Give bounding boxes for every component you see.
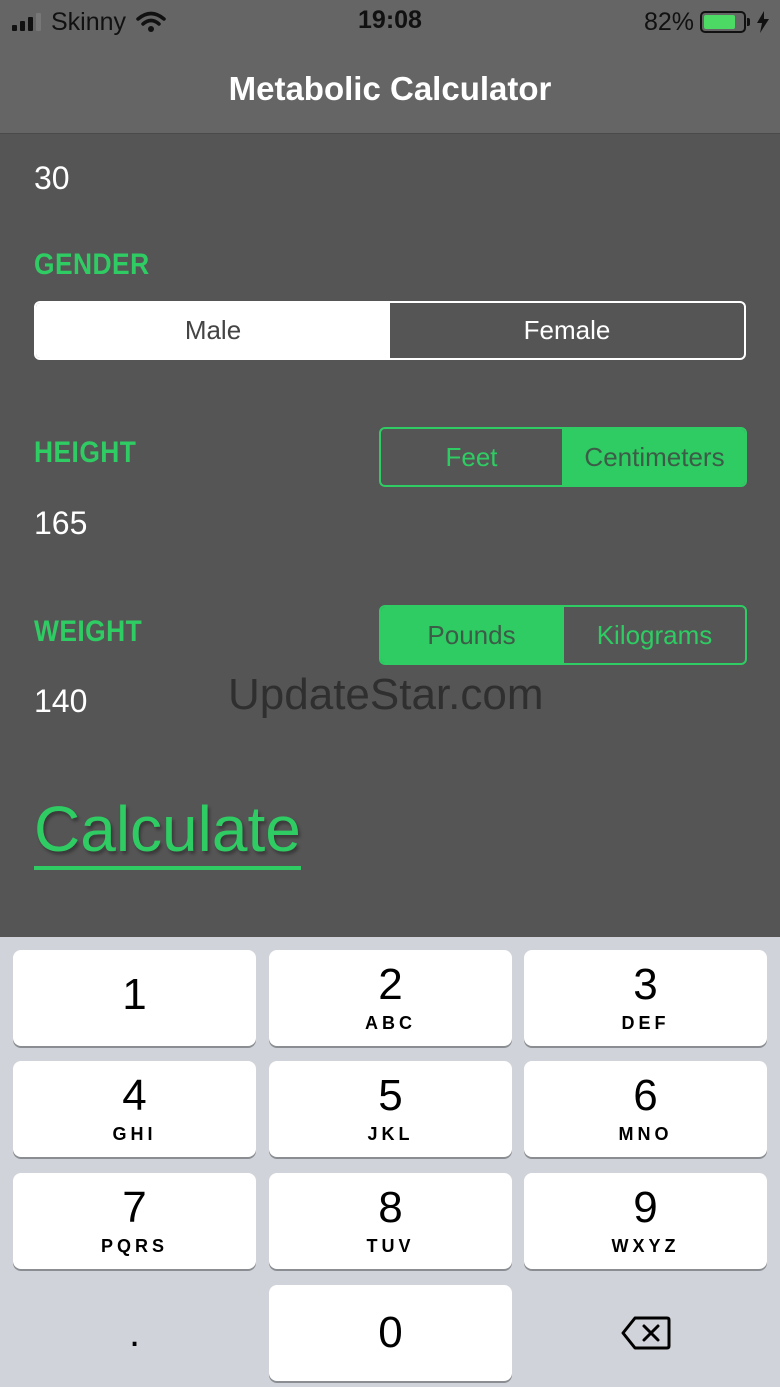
key-9[interactable]: 9 WXYZ bbox=[524, 1173, 767, 1269]
key-decimal[interactable]: . bbox=[13, 1285, 256, 1381]
height-field[interactable]: 165 bbox=[34, 505, 87, 542]
key-3[interactable]: 3 DEF bbox=[524, 950, 767, 1046]
height-unit-feet[interactable]: Feet bbox=[381, 429, 562, 485]
height-unit-control: Feet Centimeters bbox=[379, 427, 747, 487]
charging-icon bbox=[757, 11, 769, 33]
weight-field[interactable]: 140 bbox=[34, 683, 87, 720]
key-2[interactable]: 2 ABC bbox=[269, 950, 512, 1046]
key-5[interactable]: 5 JKL bbox=[269, 1061, 512, 1157]
height-label: HEIGHT bbox=[34, 436, 137, 469]
key-8[interactable]: 8 TUV bbox=[269, 1173, 512, 1269]
gender-option-male[interactable]: Male bbox=[36, 303, 390, 358]
key-7[interactable]: 7 PQRS bbox=[13, 1173, 256, 1269]
metabolic-form: 30 GENDER Male Female HEIGHT Feet Centim… bbox=[0, 134, 780, 937]
numeric-keypad: 1 2 ABC 3 DEF 4 GHI 5 JKL 6 MNO 7 PQRS 8… bbox=[0, 937, 780, 1387]
nav-bar: Metabolic Calculator bbox=[0, 44, 780, 134]
status-bar: Skinny 19:08 82% bbox=[0, 0, 780, 44]
key-backspace[interactable] bbox=[524, 1285, 767, 1381]
key-1[interactable]: 1 bbox=[13, 950, 256, 1046]
watermark: UpdateStar.com bbox=[228, 670, 544, 719]
weight-unit-pounds[interactable]: Pounds bbox=[381, 607, 562, 663]
gender-segmented-control: Male Female bbox=[34, 301, 746, 360]
height-unit-centimeters[interactable]: Centimeters bbox=[562, 429, 745, 485]
battery-percent: 82% bbox=[643, 7, 694, 36]
battery-group: 82% bbox=[644, 6, 770, 38]
battery-icon bbox=[700, 11, 750, 33]
decimal-label: . bbox=[128, 1311, 141, 1355]
key-4[interactable]: 4 GHI bbox=[13, 1061, 256, 1157]
weight-unit-control: Pounds Kilograms bbox=[379, 605, 747, 665]
weight-label: WEIGHT bbox=[34, 615, 143, 648]
calculate-button[interactable]: Calculate bbox=[34, 794, 301, 871]
key-6[interactable]: 6 MNO bbox=[524, 1061, 767, 1157]
age-field[interactable]: 30 bbox=[34, 160, 70, 197]
gender-option-female[interactable]: Female bbox=[390, 303, 744, 358]
key-0[interactable]: 0 bbox=[269, 1285, 512, 1381]
weight-unit-kilograms[interactable]: Kilograms bbox=[562, 607, 745, 663]
backspace-icon bbox=[621, 1316, 670, 1350]
gender-label: GENDER bbox=[34, 248, 150, 281]
page-title: Metabolic Calculator bbox=[228, 69, 552, 107]
